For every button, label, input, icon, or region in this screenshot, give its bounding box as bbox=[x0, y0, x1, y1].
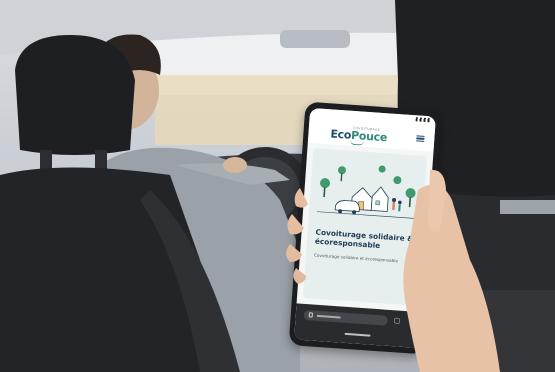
hero-title: Covoiturage solidaire & écoresponsable bbox=[314, 227, 414, 250]
home-indicator[interactable] bbox=[344, 332, 371, 337]
logo-eco: Eco bbox=[330, 127, 352, 142]
hero-section: Covoiturage solidaire & écoresponsable C… bbox=[302, 148, 428, 306]
url-text bbox=[316, 314, 341, 319]
tabs-icon[interactable]: ▢ bbox=[393, 316, 400, 324]
hero-subtitle: Covoiturage solidaire et écoresponsable bbox=[313, 252, 399, 264]
village-illustration bbox=[317, 165, 416, 219]
url-bar[interactable] bbox=[303, 309, 388, 326]
phone-screen: COVOITURAGE EcoPouce Covoiturage solidai… bbox=[294, 107, 436, 349]
lock-icon bbox=[308, 312, 313, 318]
car-interior-background bbox=[0, 0, 555, 372]
menu-icon[interactable] bbox=[416, 135, 425, 143]
logo-smile-icon bbox=[349, 139, 365, 146]
more-icon[interactable]: ⋮ bbox=[407, 317, 415, 325]
smartphone: COVOITURAGE EcoPouce Covoiturage solidai… bbox=[288, 101, 442, 355]
browser-toolbar: ▢ ⋮ bbox=[294, 303, 423, 349]
photo-scene: COVOITURAGE EcoPouce Covoiturage solidai… bbox=[0, 0, 555, 372]
ecopouce-logo[interactable]: COVOITURAGE EcoPouce bbox=[330, 124, 387, 146]
signal-icon bbox=[415, 117, 430, 123]
